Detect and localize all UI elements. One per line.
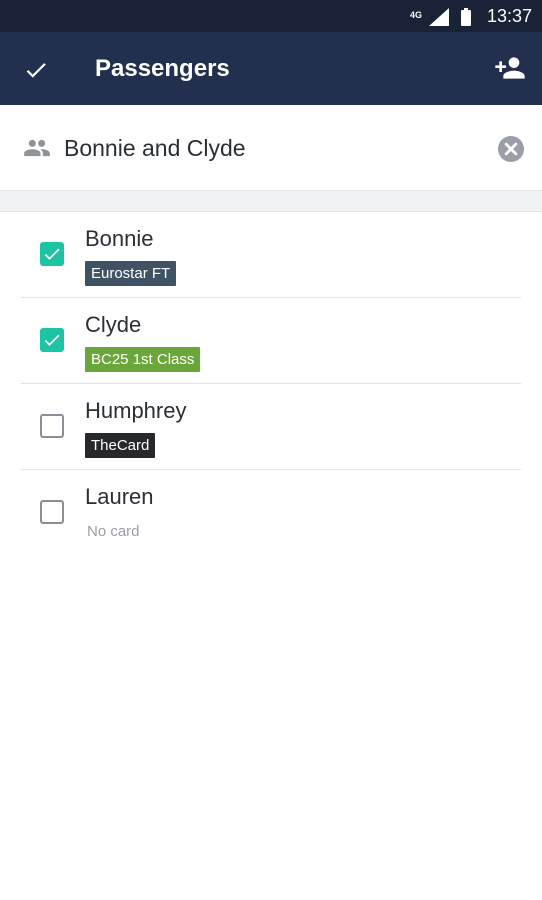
group-name-field[interactable]: Bonnie and Clyde	[64, 133, 246, 163]
group-icon	[24, 139, 50, 157]
no-card-label: No card	[87, 523, 140, 540]
battery-icon	[460, 8, 471, 26]
passenger-name: Bonnie	[85, 226, 154, 251]
passenger-name: Clyde	[85, 312, 142, 337]
passenger-item-bonnie[interactable]: Bonnie Eurostar FT	[0, 212, 542, 298]
signal-icon: 4G	[410, 6, 453, 26]
passenger-item-humphrey[interactable]: Humphrey TheCard	[0, 384, 542, 470]
checkmark-icon	[44, 334, 60, 346]
add-person-icon	[495, 57, 525, 79]
passenger-item-clyde[interactable]: Clyde BC25 1st Class	[0, 298, 542, 384]
network-type-label: 4G	[409, 10, 422, 20]
add-passenger-button[interactable]	[492, 50, 528, 86]
passenger-checkbox[interactable]	[40, 500, 64, 524]
checkmark-icon	[44, 248, 60, 260]
page-title: Passengers	[95, 55, 230, 82]
status-icons: 4G 13:37	[410, 0, 532, 32]
app-bar: Passengers	[0, 32, 542, 105]
passenger-name: Humphrey	[85, 398, 187, 423]
clear-icon[interactable]	[498, 136, 524, 162]
check-icon	[26, 63, 46, 78]
card-badge: BC25 1st Class	[85, 347, 201, 372]
section-divider	[0, 191, 542, 212]
confirm-button[interactable]	[18, 52, 54, 88]
passenger-checkbox[interactable]	[40, 328, 64, 352]
group-name-row: Bonnie and Clyde	[0, 105, 542, 191]
passenger-list: Bonnie Eurostar FT Clyde BC25 1st Class …	[0, 212, 542, 556]
card-badge: Eurostar FT	[85, 261, 177, 286]
passenger-checkbox[interactable]	[40, 414, 64, 438]
passenger-name: Lauren	[85, 484, 154, 509]
status-bar: 4G 13:37	[0, 0, 542, 32]
passenger-checkbox[interactable]	[40, 242, 64, 266]
status-time: 13:37	[486, 6, 532, 26]
card-badge: TheCard	[85, 433, 156, 458]
passenger-item-lauren[interactable]: Lauren No card	[0, 470, 542, 556]
